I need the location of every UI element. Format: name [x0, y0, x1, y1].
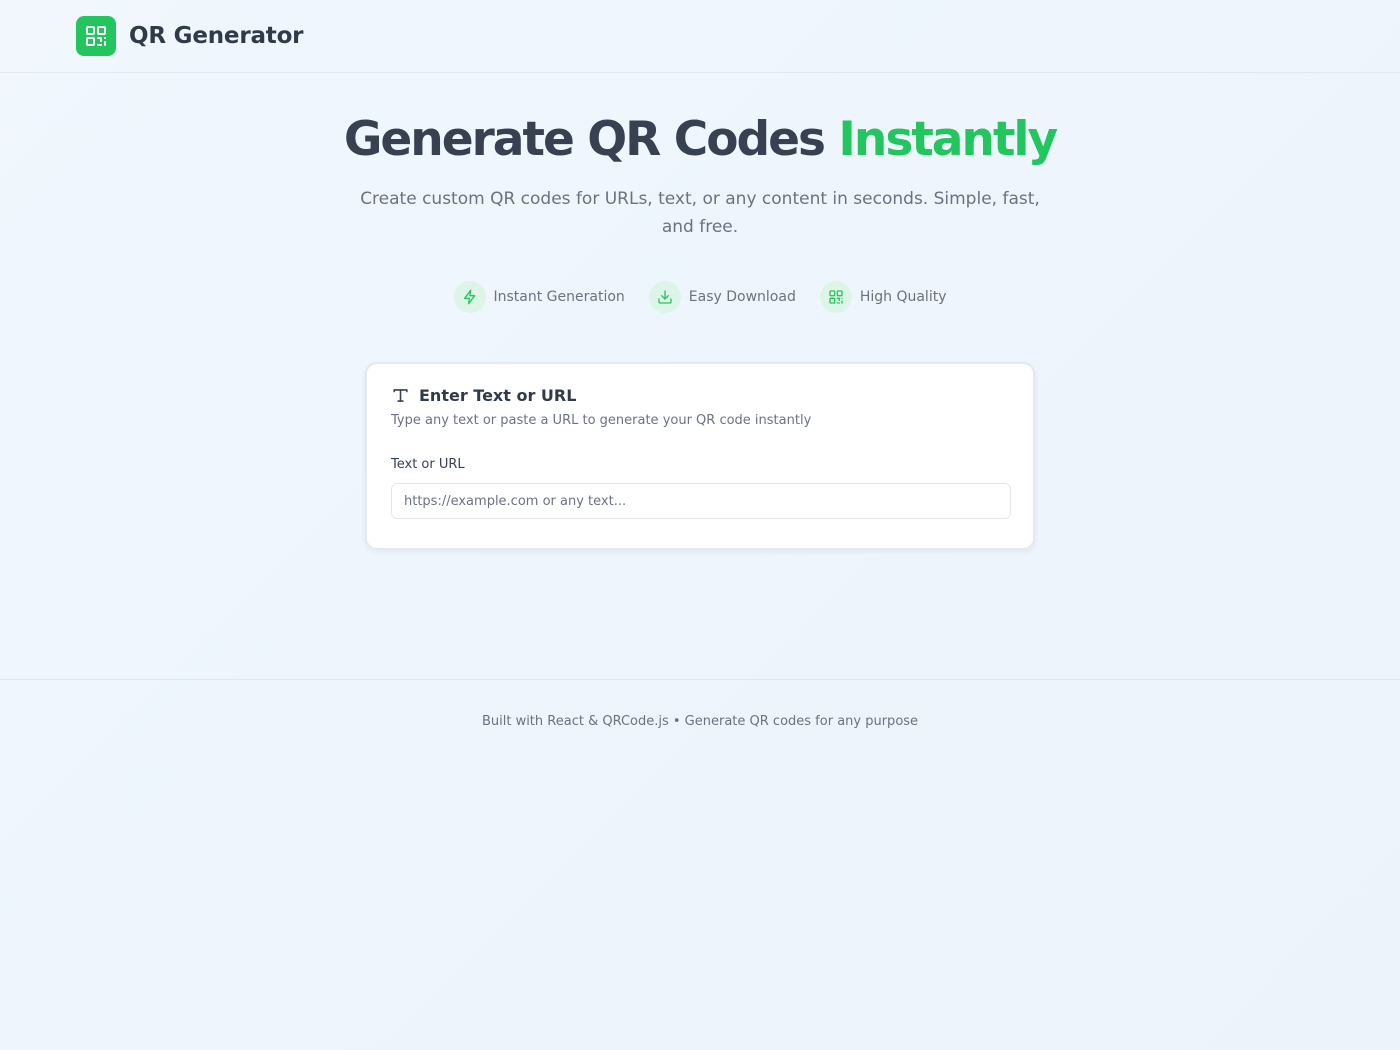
hero-title: Generate QR Codes Instantly — [0, 112, 1400, 167]
feature-easy-download: Easy Download — [648, 281, 796, 313]
feature-instant-generation: Instant Generation — [453, 281, 625, 313]
logo — [76, 16, 116, 56]
download-icon — [648, 281, 681, 313]
text-url-input[interactable] — [391, 483, 1011, 519]
input-card: Enter Text or URL Type any text or paste… — [365, 362, 1035, 550]
qr-code-icon — [819, 281, 852, 313]
hero-subtitle: Create custom QR codes for URLs, text, o… — [360, 189, 1040, 237]
lightning-icon — [453, 281, 486, 313]
hero-title-main: Generate QR Codes — [343, 112, 826, 167]
feature-list: Instant Generation Easy Download High Qu… — [0, 281, 1400, 313]
hero-title-accent: Instantly — [838, 112, 1058, 167]
card-header: Enter Text or URL — [391, 386, 1009, 405]
card-title: Enter Text or URL — [419, 386, 577, 405]
footer-text: Built with React & QRCode.js • Generate … — [481, 714, 919, 729]
feature-label: Easy Download — [688, 289, 796, 305]
text-url-label: Text or URL — [391, 457, 465, 472]
app-header: QR Generator — [0, 0, 1400, 73]
text-icon — [393, 389, 408, 402]
feature-high-quality: High Quality — [819, 281, 947, 313]
brand-title: QR Generator — [129, 23, 304, 49]
feature-label: High Quality — [859, 289, 947, 305]
qr-code-icon — [86, 26, 106, 46]
page-footer: Built with React & QRCode.js • Generate … — [0, 679, 1400, 729]
feature-label: Instant Generation — [493, 289, 625, 305]
card-description: Type any text or paste a URL to generate… — [391, 413, 812, 428]
